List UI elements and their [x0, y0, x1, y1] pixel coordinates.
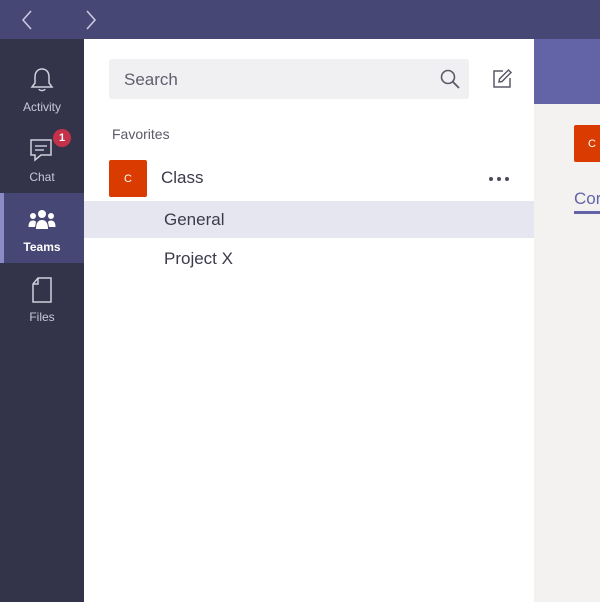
active-tab-indicator	[574, 211, 600, 214]
teams-panel: Search Favorites C Class General Project…	[84, 39, 534, 602]
team-avatar: C	[109, 160, 147, 197]
rail-item-label: Files	[29, 310, 55, 324]
channel-name: Project X	[164, 249, 233, 268]
more-options-icon[interactable]	[484, 169, 514, 189]
team-row-class[interactable]: C Class	[84, 159, 534, 199]
rail-item-label: Activity	[22, 100, 61, 114]
channel-name: General	[164, 210, 225, 229]
rail-item-teams[interactable]: Teams	[0, 193, 84, 263]
channel-header	[534, 39, 600, 104]
search-box[interactable]: Search	[109, 59, 469, 99]
chevron-right-icon	[86, 10, 97, 30]
app-bar: Activity 1 Chat Teams Files	[0, 39, 84, 602]
channel-team-avatar: C	[574, 125, 600, 162]
back-button[interactable]	[16, 9, 38, 31]
file-icon	[32, 277, 52, 303]
compose-icon[interactable]	[491, 68, 513, 90]
chat-icon	[30, 139, 52, 162]
channel-item-general[interactable]: General	[84, 201, 534, 238]
rail-item-activity[interactable]: Activity	[0, 53, 84, 123]
channel-item-project-x[interactable]: Project X	[84, 240, 534, 277]
favorites-heading: Favorites	[112, 126, 170, 142]
bell-icon	[30, 68, 54, 92]
title-bar	[0, 0, 600, 39]
team-name[interactable]: Class	[161, 168, 204, 188]
rail-item-label: Chat	[29, 170, 55, 184]
teams-icon	[28, 210, 56, 229]
chevron-left-icon	[21, 10, 32, 30]
tab-conversations[interactable]: Cor	[574, 189, 600, 209]
rail-item-label: Teams	[23, 240, 61, 254]
unread-badge: 1	[53, 129, 71, 147]
forward-button[interactable]	[80, 9, 102, 31]
rail-item-chat[interactable]: 1 Chat	[0, 123, 84, 193]
channel-content: C Cor	[534, 39, 600, 602]
search-icon[interactable]	[439, 68, 461, 90]
search-input[interactable]: Search	[124, 70, 178, 90]
rail-item-files[interactable]: Files	[0, 263, 84, 333]
